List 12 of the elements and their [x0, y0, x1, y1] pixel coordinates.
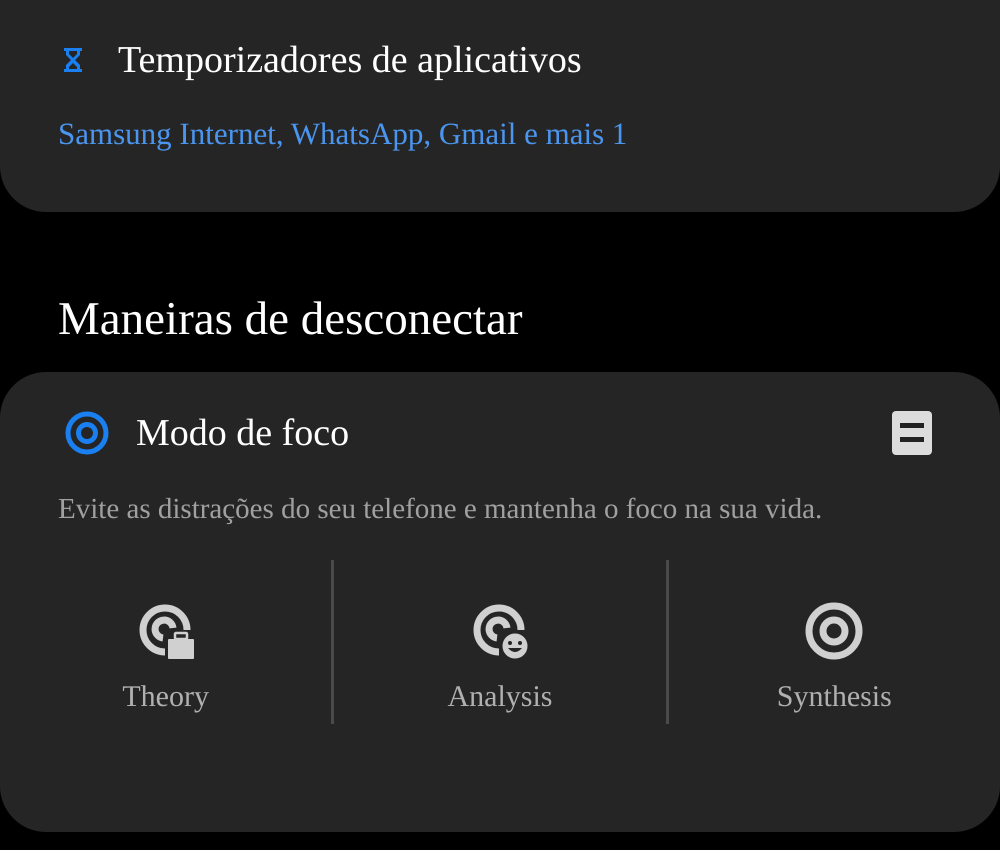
- app-list-link[interactable]: Samsung Internet, WhatsApp, Gmail e mais 1: [58, 116, 942, 152]
- focus-mode-option[interactable]: Analysis: [331, 560, 666, 724]
- target-icon: [803, 600, 866, 662]
- focus-mode-option[interactable]: Synthesis: [666, 560, 1000, 724]
- list-icon[interactable]: [892, 411, 932, 455]
- focus-mode-option[interactable]: Theory: [0, 560, 332, 724]
- card-title: Modo de foco: [136, 411, 350, 455]
- app-timers-card[interactable]: Temporizadores de aplicativos Samsung Internet, WhatsApp, Gmail e mais 1: [0, 0, 1000, 212]
- section-title: Maneiras de desconectar: [57, 292, 524, 347]
- target-icon: [64, 410, 110, 456]
- description: Evite as distrações do seu telefone e mantenha o foco na sua vida.: [58, 492, 824, 527]
- card-title: Temporizadores de aplicativos: [118, 38, 582, 82]
